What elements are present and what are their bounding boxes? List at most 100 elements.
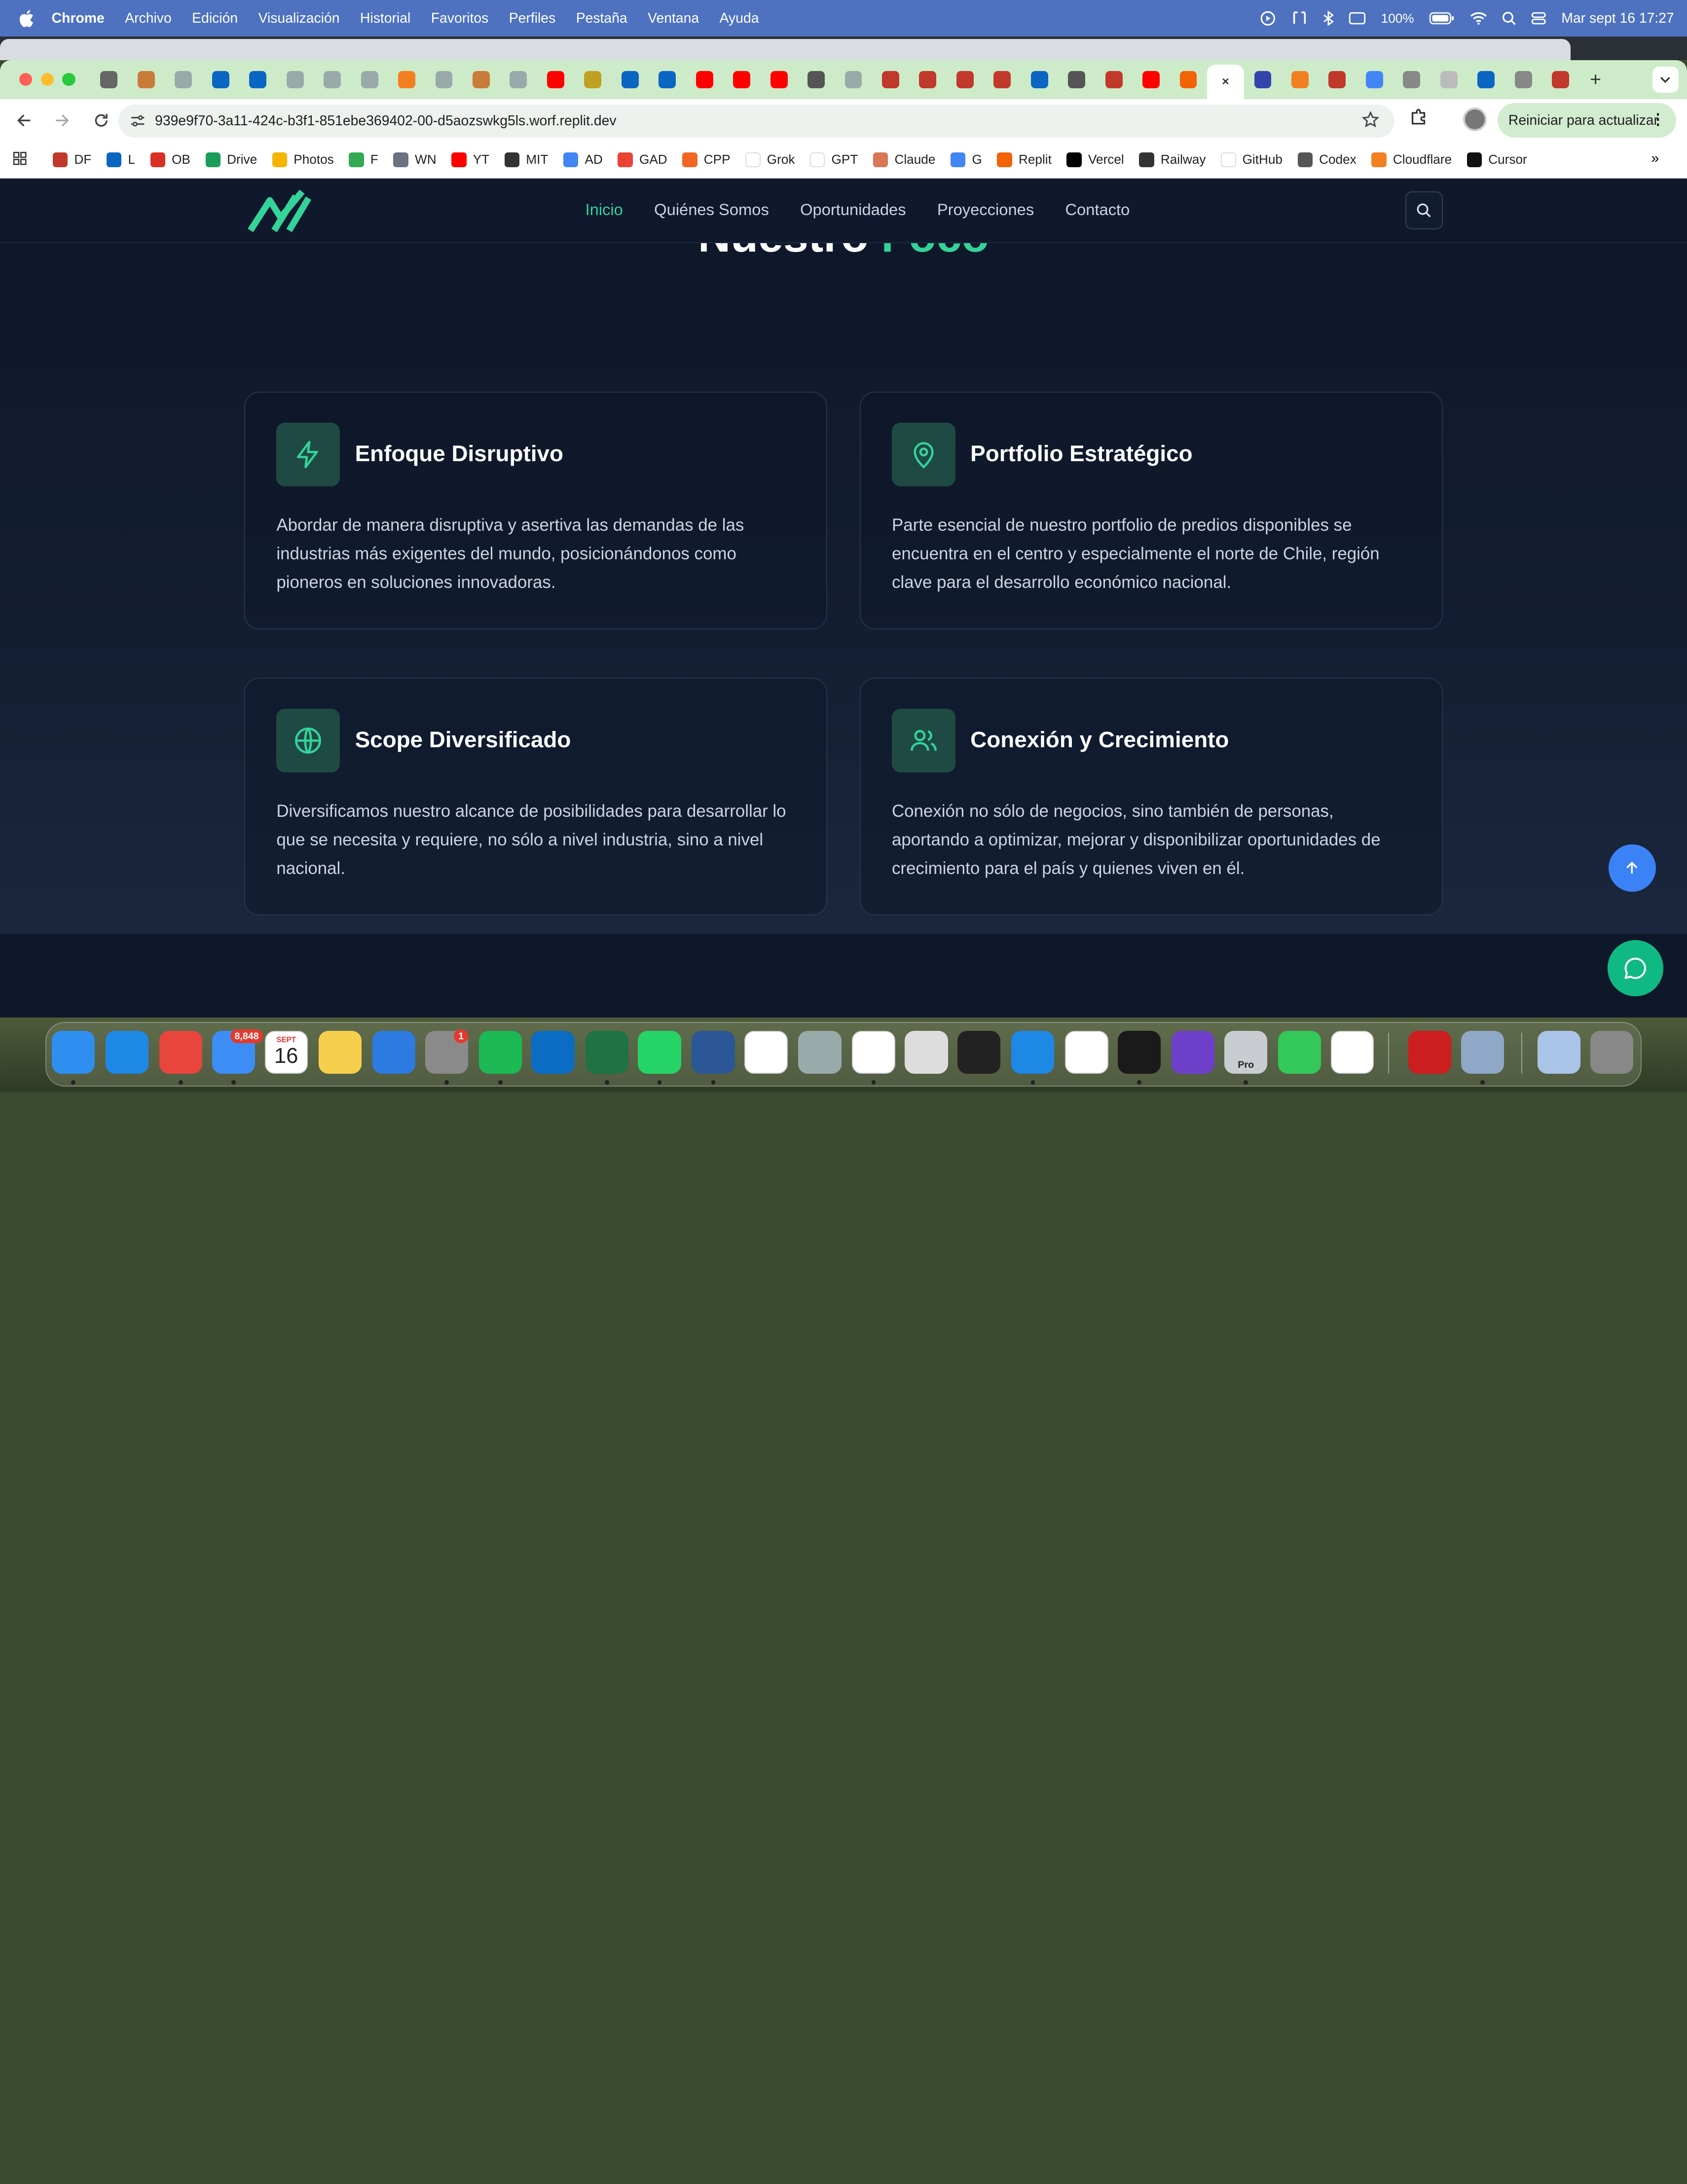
earth-pro-icon[interactable]: Pro	[1224, 1030, 1268, 1074]
bookmark-item[interactable]: Drive	[205, 152, 257, 168]
outlook-icon[interactable]	[531, 1030, 575, 1074]
bookmarks-overflow-icon[interactable]: »	[1651, 150, 1659, 167]
bookmark-item[interactable]: F	[349, 152, 378, 168]
browser-tab[interactable]	[500, 65, 537, 95]
bookmark-item[interactable]: AD	[563, 152, 603, 168]
browser-tab[interactable]	[1467, 65, 1504, 95]
bookmark-item[interactable]: YT	[451, 152, 489, 168]
browser-tab[interactable]	[276, 65, 313, 95]
bookmark-item[interactable]: Claude	[873, 152, 935, 168]
ollama-icon[interactable]	[852, 1030, 895, 1074]
back-button[interactable]	[6, 103, 41, 138]
more-menu-icon[interactable]: ⋮	[1650, 111, 1666, 128]
excel-icon[interactable]	[585, 1030, 628, 1074]
minimize-window-button[interactable]	[40, 73, 54, 86]
bookmark-item[interactable]: GAD	[618, 152, 667, 168]
browser-tab[interactable]	[90, 65, 127, 95]
bookmark-item[interactable]: GPT	[809, 152, 858, 168]
scroll-to-top-button[interactable]	[1608, 844, 1656, 892]
nav-proyecciones[interactable]: Proyecciones	[937, 200, 1034, 219]
calendar31-icon[interactable]	[744, 1030, 788, 1074]
bookmark-item[interactable]: Cursor	[1467, 152, 1527, 168]
calendar-icon[interactable]: SEPT 16	[264, 1030, 308, 1074]
chat-button[interactable]	[1607, 940, 1663, 996]
word-icon[interactable]	[692, 1030, 735, 1074]
spotlight-search-icon[interactable]	[1502, 11, 1516, 25]
browser-tab[interactable]	[1021, 65, 1058, 95]
safari-icon[interactable]	[105, 1030, 148, 1074]
site-search-button[interactable]	[1405, 191, 1443, 229]
browser-tab[interactable]	[1504, 65, 1541, 95]
parallels-icon[interactable]	[905, 1030, 948, 1074]
browser-tab[interactable]	[463, 65, 500, 95]
apple-icon[interactable]	[19, 10, 37, 27]
browser-tab[interactable]	[723, 65, 760, 95]
menu-pestana[interactable]: Pestaña	[576, 10, 627, 27]
browser-tab[interactable]	[1170, 65, 1207, 95]
address-bar[interactable]: 939e9f70-3a11-424c-b3f1-851ebe369402-00-…	[118, 104, 1394, 138]
bookmark-item[interactable]: Vercel	[1066, 152, 1124, 168]
browser-tab[interactable]	[1058, 65, 1095, 95]
terminal-icon[interactable]	[1118, 1030, 1161, 1074]
extensions-icon[interactable]	[1409, 108, 1429, 131]
browser-tab[interactable]	[649, 65, 686, 95]
reload-button[interactable]	[84, 103, 118, 138]
nav-quienes-somos[interactable]: Quiénes Somos	[654, 200, 769, 219]
finder-icon[interactable]	[51, 1030, 95, 1074]
bookmark-item[interactable]: CPP	[682, 152, 731, 168]
menu-archivo[interactable]: Archivo	[125, 10, 172, 27]
whatsapp-icon[interactable]	[638, 1030, 681, 1074]
bookmark-item[interactable]: Photos	[272, 152, 334, 168]
airpods-icon[interactable]	[1291, 11, 1308, 26]
bookmark-item[interactable]: MIT	[504, 152, 548, 168]
close-window-button[interactable]	[19, 73, 33, 86]
bookmark-item[interactable]: L	[106, 152, 135, 168]
bookmark-item[interactable]: G	[950, 152, 982, 168]
documents-folder-icon[interactable]	[1537, 1030, 1581, 1074]
acrobat-icon[interactable]	[1408, 1030, 1452, 1074]
browser-tab[interactable]	[984, 65, 1021, 95]
bookmark-item[interactable]: DF	[52, 152, 91, 168]
menu-ayuda[interactable]: Ayuda	[720, 10, 759, 27]
iphone-mirroring-icon[interactable]	[798, 1030, 842, 1074]
browser-tab[interactable]	[239, 65, 276, 95]
menu-historial[interactable]: Historial	[360, 10, 410, 27]
browser-tab[interactable]	[1430, 65, 1467, 95]
bookmark-item[interactable]: OB	[150, 152, 190, 168]
spotify-icon[interactable]	[478, 1030, 522, 1074]
browser-tab[interactable]	[1282, 65, 1319, 95]
browser-tab[interactable]	[1133, 65, 1170, 95]
messages-icon[interactable]	[1278, 1030, 1321, 1074]
preview-icon[interactable]	[1461, 1030, 1504, 1074]
zoom-window-button[interactable]	[62, 73, 75, 86]
battery-icon[interactable]	[1429, 12, 1455, 25]
browser-tab[interactable]	[1095, 65, 1132, 95]
bookmark-item[interactable]: Railway	[1139, 152, 1206, 168]
wifi-icon[interactable]	[1470, 12, 1487, 25]
home-icon[interactable]	[1331, 1030, 1374, 1074]
bookmark-item[interactable]: Codex	[1297, 152, 1357, 168]
keynote-icon[interactable]	[372, 1030, 415, 1074]
browser-tab[interactable]	[388, 65, 425, 95]
menu-edicion[interactable]: Edición	[192, 10, 238, 27]
menubar-clock[interactable]: Mar sept 16 17:27	[1561, 10, 1674, 27]
browser-tab[interactable]	[1356, 65, 1393, 95]
site-info-icon[interactable]	[125, 108, 150, 134]
browser-tab[interactable]	[612, 65, 649, 95]
bookmark-star-icon[interactable]	[1362, 110, 1380, 133]
trash-icon[interactable]	[1590, 1030, 1633, 1074]
browser-tab[interactable]	[425, 65, 462, 95]
menu-visualizacion[interactable]: Visualización	[258, 10, 340, 27]
relaunch-update-button[interactable]: Reiniciar para actualizar ⋮	[1498, 103, 1677, 138]
profile-avatar[interactable]	[1463, 108, 1487, 132]
cube-app-icon[interactable]	[957, 1030, 1001, 1074]
play-icon[interactable]	[1260, 11, 1276, 26]
browser-tab[interactable]	[574, 65, 611, 95]
vscode-icon[interactable]	[1011, 1030, 1055, 1074]
nav-inicio[interactable]: Inicio	[586, 200, 623, 219]
menu-ventana[interactable]: Ventana	[648, 10, 699, 27]
bluetooth-icon[interactable]	[1323, 10, 1334, 26]
browser-tab[interactable]	[1393, 65, 1430, 95]
browser-tab[interactable]	[947, 65, 984, 95]
chrome-icon[interactable]	[159, 1030, 203, 1074]
